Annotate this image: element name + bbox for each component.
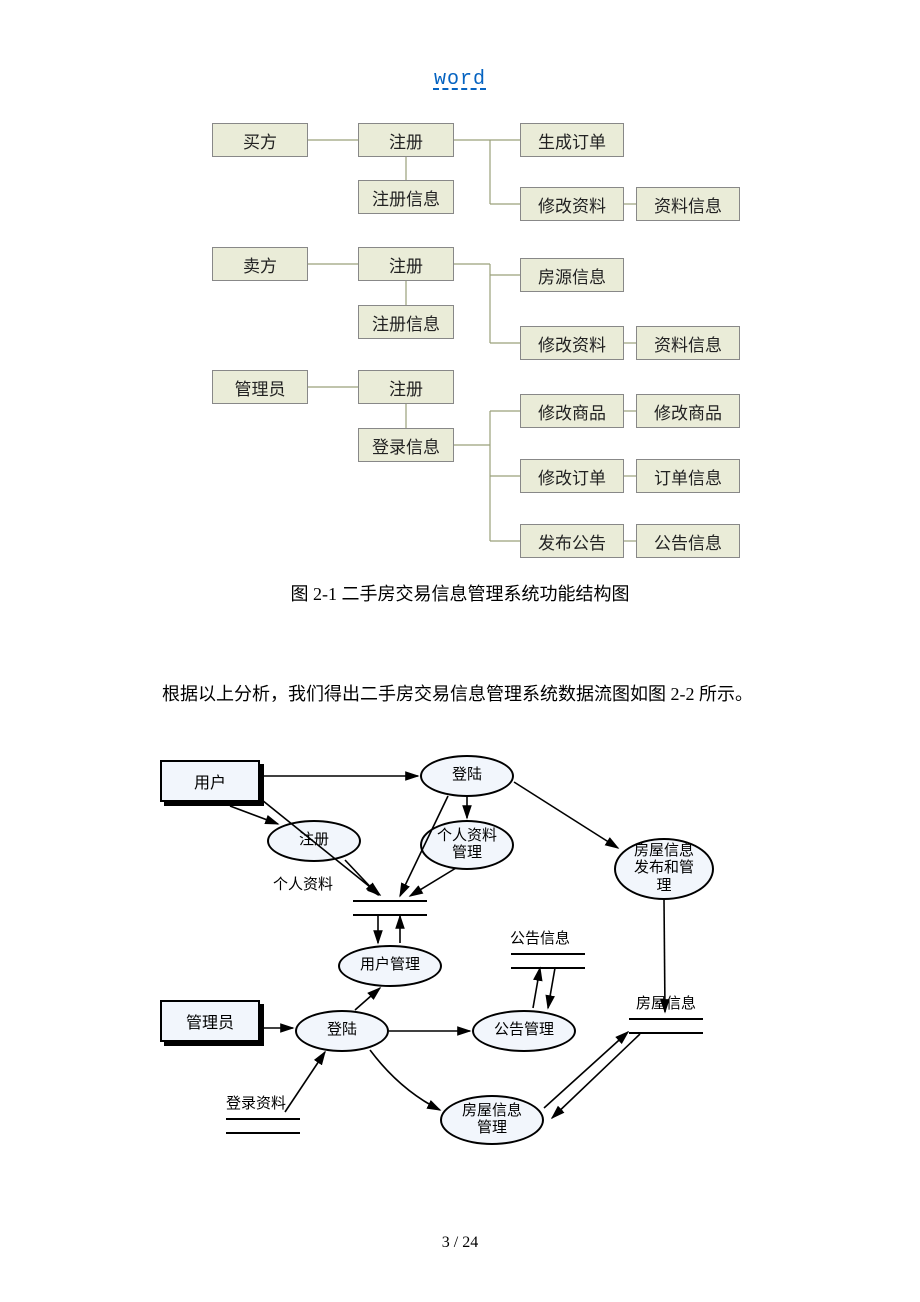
- dfd-connectors: [0, 0, 920, 1200]
- page-number: 3 / 24: [0, 1234, 920, 1252]
